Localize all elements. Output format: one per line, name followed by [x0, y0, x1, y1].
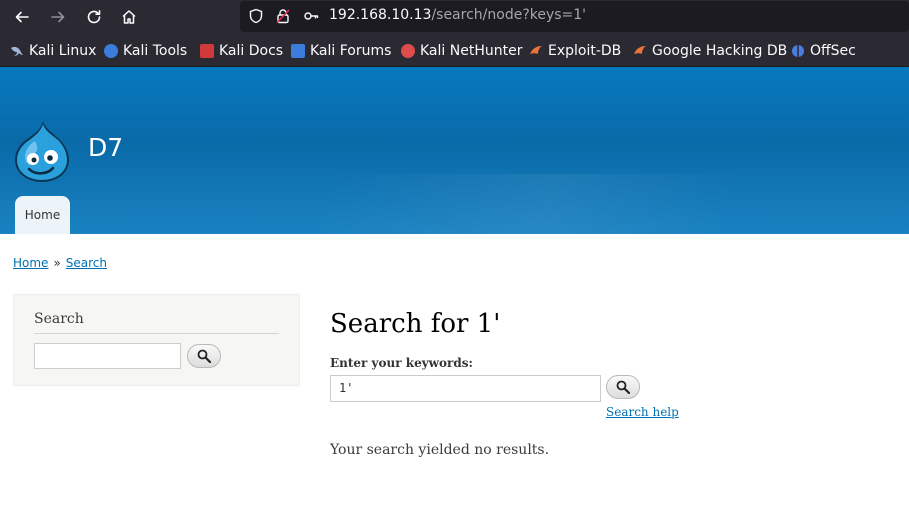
bookmark-kali-forums[interactable]: Kali Forums: [291, 42, 391, 60]
exploit-db-icon: [529, 44, 543, 58]
site-name[interactable]: D7: [88, 133, 123, 162]
page-title: Search for 1': [330, 309, 501, 339]
sidebar-search-button[interactable]: [187, 344, 221, 368]
keywords-input[interactable]: 1': [330, 375, 601, 402]
keywords-label: Enter your keywords:: [330, 356, 473, 370]
bookmark-label: Kali Docs: [219, 43, 284, 59]
kali-dragon-icon: [10, 44, 24, 58]
forward-icon[interactable]: [44, 3, 72, 31]
back-icon[interactable]: [8, 3, 36, 31]
url-host: 192.168.10.13: [329, 7, 432, 23]
site-header: D7 Home: [0, 67, 909, 234]
kali-forums-icon: [291, 44, 305, 58]
bookmark-exploit-db[interactable]: Exploit-DB: [529, 42, 621, 60]
bookmark-kali-nethunter[interactable]: Kali NetHunter: [401, 42, 522, 60]
bookmark-label: Exploit-DB: [548, 43, 622, 59]
search-results-message: Your search yielded no results.: [330, 442, 550, 458]
breadcrumb-separator: »: [53, 256, 61, 270]
bookmarks-bar: Kali Linux Kali Tools Kali Docs Kali For…: [0, 34, 909, 67]
url-text[interactable]: 192.168.10.13/search/node?keys=1': [329, 7, 586, 23]
bookmark-label: Kali Forums: [310, 43, 392, 59]
search-help-link[interactable]: Search help: [606, 405, 679, 419]
bookmark-kali-linux[interactable]: Kali Linux: [10, 42, 96, 60]
insecure-lock-icon[interactable]: [275, 8, 291, 24]
bookmark-label: Kali Linux: [29, 43, 97, 59]
search-icon: [616, 380, 630, 394]
kali-docs-icon: [200, 44, 214, 58]
breadcrumb-search-link[interactable]: Search: [66, 256, 107, 270]
kali-tools-icon: [104, 44, 118, 58]
bookmark-label: Google Hacking DB: [652, 43, 788, 59]
breadcrumb-home-link[interactable]: Home: [13, 256, 48, 270]
search-submit-button[interactable]: [606, 375, 640, 399]
home-icon[interactable]: [115, 3, 143, 31]
ghdb-icon: [633, 44, 647, 58]
drupal-logo-icon[interactable]: [13, 119, 71, 183]
breadcrumb: Home » Search: [13, 256, 107, 270]
reload-icon[interactable]: [80, 3, 108, 31]
bookmark-label: Kali Tools: [123, 43, 188, 59]
bookmark-offsec[interactable]: OffSec: [791, 42, 856, 60]
key-icon[interactable]: [303, 8, 319, 24]
shield-icon[interactable]: [248, 8, 264, 24]
bookmark-kali-tools[interactable]: Kali Tools: [104, 42, 187, 60]
url-bar[interactable]: 192.168.10.13/search/node?keys=1': [240, 1, 909, 32]
browser-toolbar: 192.168.10.13/search/node?keys=1': [0, 0, 909, 34]
url-path: /search/node?keys=1': [431, 7, 587, 23]
sidebar-search-title: Search: [34, 311, 84, 327]
bookmark-kali-docs[interactable]: Kali Docs: [200, 42, 283, 60]
sidebar-search-block: Search: [13, 294, 300, 386]
bookmark-label: Kali NetHunter: [420, 43, 523, 59]
tab-home[interactable]: Home: [15, 196, 70, 234]
bookmark-google-hacking-db[interactable]: Google Hacking DB: [633, 42, 787, 60]
divider: [34, 333, 279, 334]
sidebar-search-input[interactable]: [34, 343, 181, 369]
bookmark-label: OffSec: [810, 43, 856, 59]
kali-nethunter-icon: [401, 44, 415, 58]
offsec-icon: [791, 44, 805, 58]
search-icon: [197, 349, 211, 363]
